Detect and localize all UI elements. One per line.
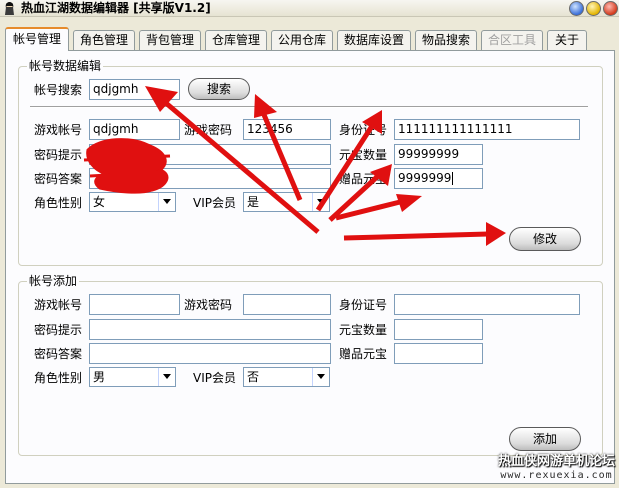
- tab-label: 物品搜索: [421, 33, 470, 47]
- window-title: 热血江湖数据编辑器 [共享版V1.2]: [21, 1, 211, 15]
- chevron-down-icon[interactable]: [312, 193, 329, 211]
- tab-label: 数据库设置: [343, 33, 404, 47]
- hint-input[interactable]: [89, 144, 331, 165]
- answer-input[interactable]: [89, 168, 331, 189]
- maximize-icon[interactable]: [586, 1, 601, 16]
- gender-select[interactable]: 女: [89, 192, 176, 212]
- tab-account-management[interactable]: 帐号管理: [5, 27, 69, 51]
- tab-label: 帐号管理: [12, 32, 61, 46]
- search-label: 帐号搜索: [34, 83, 83, 97]
- gender-value: 女: [93, 195, 106, 209]
- add-answer-input[interactable]: [89, 343, 331, 364]
- vip-label: VIP会员: [193, 196, 236, 210]
- add-gender-value: 男: [93, 370, 106, 384]
- watermark-url: www.rexuexia.com: [500, 470, 613, 481]
- divider: [30, 106, 588, 108]
- tab-label: 合区工具: [487, 33, 536, 47]
- watermark-title: 热血侠网游单机论坛: [498, 454, 616, 469]
- add-vip-label: VIP会员: [193, 371, 236, 385]
- id-input[interactable]: 111111111111111: [394, 119, 580, 140]
- id-label: 身份证号: [339, 123, 388, 137]
- add-account-label: 游戏帐号: [34, 298, 83, 312]
- chevron-down-icon[interactable]: [158, 368, 175, 386]
- add-button[interactable]: 添加: [509, 427, 581, 451]
- vip-value: 是: [247, 195, 260, 209]
- minimize-icon[interactable]: [569, 1, 584, 16]
- text-caret: [452, 172, 454, 185]
- tab-label: 仓库管理: [211, 33, 260, 47]
- tab-bar: 帐号管理 角色管理 背包管理 仓库管理 公用仓库 数据库设置 物品搜索 合区工具…: [5, 27, 615, 51]
- tab-merge-tool: 合区工具: [481, 30, 543, 50]
- password-input[interactable]: 123456: [243, 119, 331, 140]
- answer-label: 密码答案: [34, 172, 83, 186]
- app-icon: [5, 2, 14, 15]
- add-vip-select[interactable]: 否: [243, 367, 330, 387]
- add-vip-value: 否: [247, 370, 260, 384]
- gift-input[interactable]: 9999999: [394, 168, 483, 189]
- group-title: 帐号添加: [27, 274, 80, 288]
- search-button[interactable]: 搜索: [188, 78, 250, 100]
- add-password-input[interactable]: [243, 294, 331, 315]
- add-hint-label: 密码提示: [34, 323, 83, 337]
- add-password-label: 游戏密码: [184, 298, 233, 312]
- password-label: 游戏密码: [184, 123, 233, 137]
- chevron-down-icon[interactable]: [158, 193, 175, 211]
- tab-item-search[interactable]: 物品搜索: [415, 30, 477, 50]
- title-bar: 热血江湖数据编辑器 [共享版V1.2]: [0, 0, 619, 17]
- tab-label: 公用仓库: [277, 33, 326, 47]
- tab-bag-management[interactable]: 背包管理: [139, 30, 201, 50]
- add-answer-label: 密码答案: [34, 347, 83, 361]
- hint-label: 密码提示: [34, 148, 83, 162]
- add-gift-label: 赠品元宝: [339, 347, 388, 361]
- gender-label: 角色性别: [34, 196, 83, 210]
- add-gender-label: 角色性别: [34, 371, 83, 385]
- vip-select[interactable]: 是: [243, 192, 330, 212]
- account-input[interactable]: qdjgmh: [89, 119, 180, 140]
- account-label: 游戏帐号: [34, 123, 83, 137]
- add-account-input[interactable]: [89, 294, 180, 315]
- add-id-label: 身份证号: [339, 298, 388, 312]
- tab-warehouse-management[interactable]: 仓库管理: [205, 30, 267, 50]
- yuanbao-input[interactable]: 99999999: [394, 144, 483, 165]
- gift-value: 9999999: [398, 171, 452, 185]
- tab-role-management[interactable]: 角色管理: [73, 30, 135, 50]
- add-hint-input[interactable]: [89, 319, 331, 340]
- tab-label: 背包管理: [145, 33, 194, 47]
- chevron-down-icon[interactable]: [312, 368, 329, 386]
- watermark: 热血侠网游单机论坛 www.rexuexia.com: [498, 454, 615, 482]
- add-gift-input[interactable]: [394, 343, 483, 364]
- group-title: 帐号数据编辑: [27, 59, 104, 73]
- search-input[interactable]: qdjgmh: [89, 79, 180, 100]
- tab-label: 角色管理: [79, 33, 128, 47]
- add-id-input[interactable]: [394, 294, 580, 315]
- gift-label: 赠品元宝: [339, 172, 388, 186]
- modify-button[interactable]: 修改: [509, 227, 581, 251]
- add-yuanbao-label: 元宝数量: [339, 323, 388, 337]
- add-yuanbao-input[interactable]: [394, 319, 483, 340]
- add-gender-select[interactable]: 男: [89, 367, 176, 387]
- tab-public-warehouse[interactable]: 公用仓库: [271, 30, 333, 50]
- tab-database-settings[interactable]: 数据库设置: [337, 30, 411, 50]
- tab-label: 关于: [554, 33, 579, 47]
- tab-about[interactable]: 关于: [547, 30, 587, 50]
- app-window: 热血江湖数据编辑器 [共享版V1.2] 帐号管理 角色管理 背包管理 仓库管理 …: [0, 0, 619, 488]
- close-icon[interactable]: [603, 1, 618, 16]
- yuanbao-label: 元宝数量: [339, 148, 388, 162]
